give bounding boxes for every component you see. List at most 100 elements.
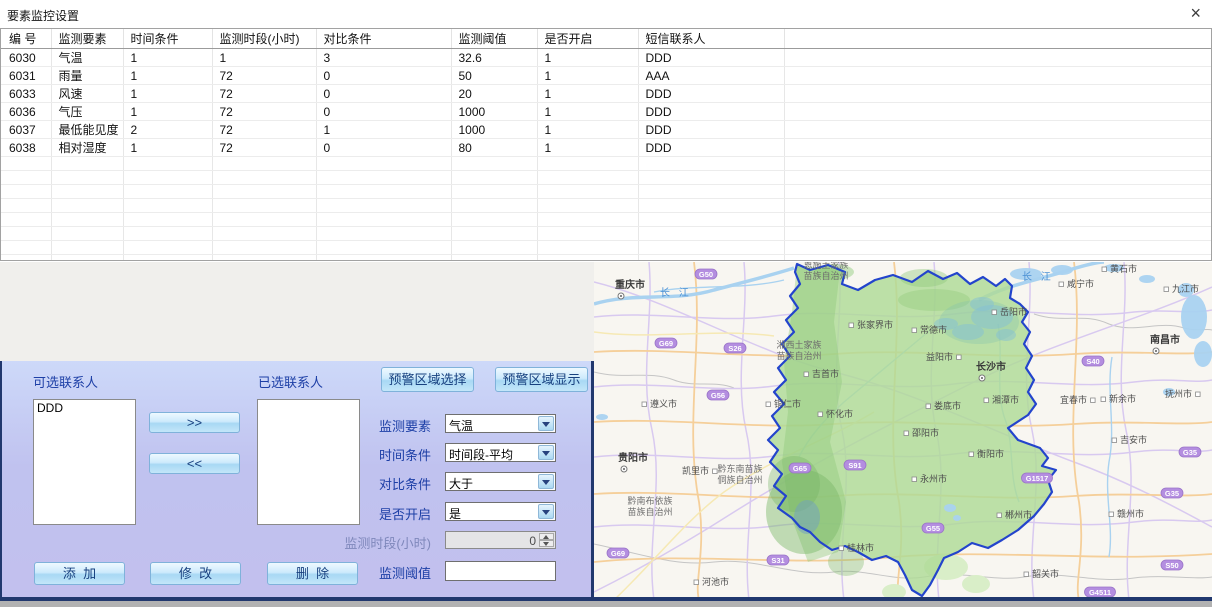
table-cell	[123, 199, 212, 213]
table-row[interactable]: 6036气压172010001DDD	[1, 103, 1211, 121]
table-cell	[638, 241, 784, 255]
capital-city-marker-dot	[623, 468, 625, 470]
chevron-down-icon[interactable]	[538, 445, 554, 460]
move-left-button[interactable]: <<	[149, 453, 240, 474]
column-header[interactable]: 对比条件	[316, 29, 451, 49]
table-cell	[51, 255, 123, 262]
map-city-label: 贵阳市	[618, 451, 648, 464]
table-cell	[451, 213, 537, 227]
table-row-empty	[1, 227, 1211, 241]
forest-patch	[962, 575, 990, 593]
table-row-empty	[1, 213, 1211, 227]
enabled-value: 是	[449, 505, 461, 522]
table-cell	[784, 67, 1211, 85]
map-city-label: 邵阳市	[912, 427, 939, 438]
spin-up-button[interactable]	[539, 533, 554, 540]
compare-condition-select[interactable]: 大于	[445, 472, 556, 491]
city-marker	[984, 398, 989, 403]
city-marker	[997, 513, 1002, 518]
column-header[interactable]: 短信联系人	[638, 29, 784, 49]
table-cell: 1	[123, 49, 212, 67]
list-item[interactable]: DDD	[37, 401, 132, 415]
enabled-select[interactable]: 是	[445, 502, 556, 521]
chevron-down-icon[interactable]	[538, 416, 554, 431]
table-cell	[123, 241, 212, 255]
element-select[interactable]: 气温	[445, 414, 556, 433]
table-cell	[784, 171, 1211, 185]
table-cell	[51, 227, 123, 241]
column-header[interactable]: 编 号	[1, 29, 51, 49]
table-cell	[638, 227, 784, 241]
table-cell	[316, 171, 451, 185]
column-header[interactable]: 监测阈值	[451, 29, 537, 49]
table-cell	[537, 185, 638, 199]
road-badge-label: G4511	[1089, 588, 1111, 597]
table-cell	[784, 255, 1211, 262]
table-row[interactable]: 6030气温11332.61DDD	[1, 49, 1211, 67]
table-cell	[451, 227, 537, 241]
move-right-button[interactable]: >>	[149, 412, 240, 433]
time-condition-select[interactable]: 时间段-平均	[445, 443, 556, 462]
city-marker	[804, 372, 809, 377]
column-header[interactable]: 时间条件	[123, 29, 212, 49]
province-shade	[794, 500, 820, 534]
add-button[interactable]: 添 加	[34, 562, 125, 585]
compare-condition-value: 大于	[449, 475, 473, 492]
column-header[interactable]	[784, 29, 1211, 49]
table-cell	[212, 213, 316, 227]
column-header[interactable]: 是否开启	[537, 29, 638, 49]
map-city-label: 湘潭市	[992, 394, 1019, 405]
delete-button[interactable]: 删 除	[267, 562, 358, 585]
chevron-down-icon[interactable]	[538, 474, 554, 489]
table-cell	[537, 213, 638, 227]
warn-area-show-button[interactable]: 预警区域显示	[495, 367, 588, 392]
table-cell: 1	[537, 103, 638, 121]
table-cell	[638, 213, 784, 227]
warn-area-select-button[interactable]: 预警区域选择	[381, 367, 474, 392]
lake	[1051, 265, 1073, 275]
table-cell: 50	[451, 67, 537, 85]
table-cell	[316, 255, 451, 262]
table-row[interactable]: 6031雨量1720501AAA	[1, 67, 1211, 85]
road-badge-label: S31	[771, 556, 784, 565]
city-marker	[1164, 287, 1169, 292]
table-cell: 3	[316, 49, 451, 67]
table-cell	[51, 157, 123, 171]
chevron-down-icon[interactable]	[538, 504, 554, 519]
table-cell: DDD	[638, 121, 784, 139]
title-bar: 要素监控设置 ×	[0, 0, 1212, 28]
table-cell: 1	[537, 121, 638, 139]
table-row[interactable]: 6037最低能见度272110001DDD	[1, 121, 1211, 139]
road-badge-label: S40	[1086, 357, 1099, 366]
city-marker	[957, 355, 962, 360]
table-cell	[1, 171, 51, 185]
map-city-label: 常德市	[920, 324, 947, 335]
modify-button[interactable]: 修 改	[150, 562, 241, 585]
table-cell: DDD	[638, 49, 784, 67]
table-row[interactable]: 6038相对湿度1720801DDD	[1, 139, 1211, 157]
column-header[interactable]: 监测要素	[51, 29, 123, 49]
table-cell	[1, 199, 51, 213]
table-row[interactable]: 6033风速1720201DDD	[1, 85, 1211, 103]
table-cell	[537, 199, 638, 213]
table-cell: AAA	[638, 67, 784, 85]
city-marker	[926, 404, 931, 409]
map-city-label: 益阳市	[926, 351, 953, 362]
hunan-map[interactable]: 长 江长 江恩施土家族苗族自治州湘西土家族苗族自治州黔东南苗族侗族自治州黔南布依…	[594, 262, 1212, 597]
table-cell: DDD	[638, 85, 784, 103]
period-spinner[interactable]: 0	[445, 531, 556, 549]
close-icon[interactable]: ×	[1190, 3, 1201, 23]
column-header[interactable]: 监测时段(小时)	[212, 29, 316, 49]
table-cell	[212, 241, 316, 255]
available-contacts-list[interactable]: DDD	[33, 399, 136, 525]
threshold-input[interactable]	[445, 561, 556, 581]
spin-down-button[interactable]	[539, 540, 554, 547]
map-city-label: 九江市	[1172, 283, 1199, 294]
table-cell: 0	[316, 139, 451, 157]
table-cell: 1	[316, 121, 451, 139]
table-cell	[316, 199, 451, 213]
map-panel[interactable]: 长 江长 江恩施土家族苗族自治州湘西土家族苗族自治州黔东南苗族侗族自治州黔南布依…	[594, 262, 1212, 597]
road-badge-label: G65	[793, 464, 807, 473]
city-marker	[1109, 512, 1114, 517]
table-cell	[451, 157, 537, 171]
